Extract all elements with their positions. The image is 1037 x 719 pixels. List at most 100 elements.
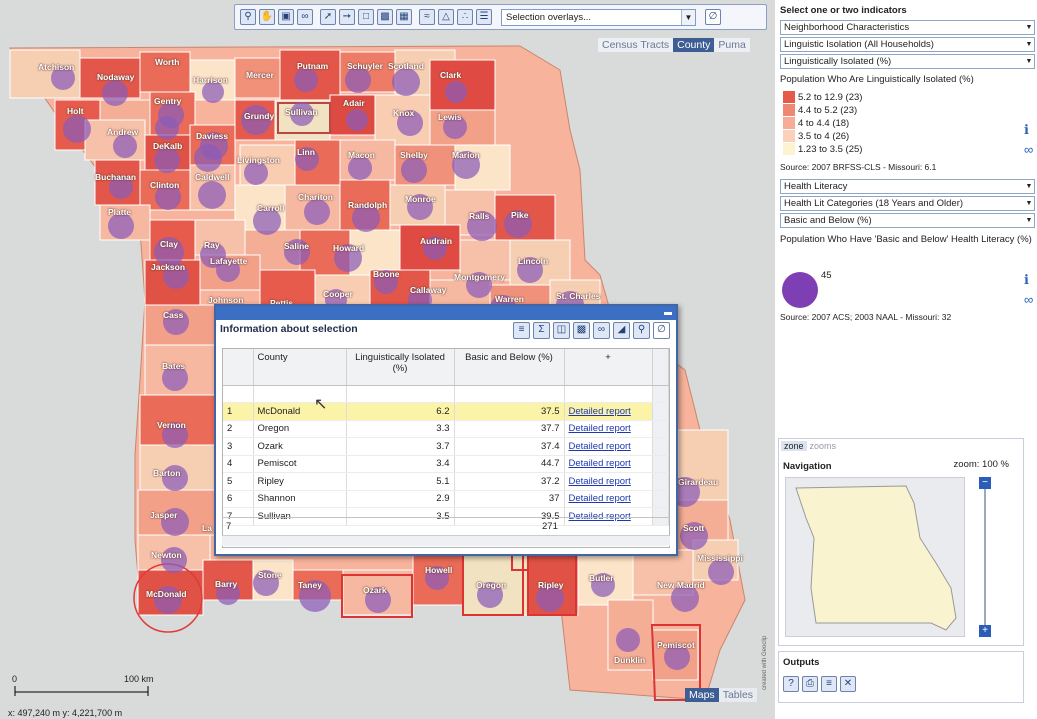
tab-county[interactable]: County [673,38,715,52]
county-label: Monroe [405,194,436,204]
tab-census-tracts[interactable]: Census Tracts [598,38,674,52]
detailed-report-link[interactable]: Detailed report [569,441,631,452]
county-label: Butler [589,573,614,583]
detailed-report-link[interactable]: Detailed report [569,476,631,487]
county-label: Howard [333,243,365,253]
chevron-down-icon: ▼ [1025,41,1033,48]
detailed-report-link[interactable]: Detailed report [569,493,631,504]
county-label: Mercer [246,70,274,80]
zoom-in-icon[interactable]: + [979,625,991,637]
select-arrow-icon[interactable]: ➚ [320,9,336,25]
clear-icon[interactable]: ∅ [705,9,721,25]
save-icon[interactable]: ▩ [377,9,393,25]
coordinates-readout: x: 497,240 m y: 4,221,700 m [8,708,123,718]
binoculars-icon[interactable]: ∞ [593,322,610,339]
tab-tables[interactable]: Tables [718,688,758,702]
measure-select[interactable]: Linguistically Isolated (%) ▼ [780,54,1035,69]
tab-puma[interactable]: Puma [714,38,750,52]
columns-icon[interactable]: ◫ [553,322,570,339]
selection-overlays-value: Selection overlays... [506,11,592,23]
link-icon[interactable]: ∞ [1024,142,1033,157]
zoom-slider[interactable]: − + [979,477,991,637]
indicator-select[interactable]: Linguistic Isolation (All Households) ▼ [780,37,1035,52]
binoculars-icon[interactable]: ∞ [297,9,313,25]
selection-overlays-select[interactable]: Selection overlays... ▼ [501,8,696,26]
bubble-legend-value: 45 [821,270,832,281]
tab-zone[interactable]: zone [781,441,807,451]
chart-icon[interactable]: ◢ [613,322,630,339]
column-header-add[interactable]: + [564,349,653,386]
table-row[interactable]: 4 Pemiscot 3.4 44.7 Detailed report [223,455,669,473]
county-label: Knox [393,108,415,118]
table-row[interactable]: 3 Ozark 3.7 37.4 Detailed report [223,437,669,456]
indicator-select-2[interactable]: Health Lit Categories (18 Years and Olde… [780,196,1035,211]
county-label: Lincoln [518,256,549,266]
info-window-titlebar[interactable] [216,306,676,320]
detailed-report-link[interactable]: Detailed report [569,423,631,434]
zoom-in-icon[interactable]: ⚲ [240,9,256,25]
legend-icon[interactable]: ☰ [476,9,492,25]
chart-icon[interactable]: △ [438,9,454,25]
county-label: Vernon [157,420,186,430]
detailed-report-link[interactable]: Detailed report [569,406,631,417]
horizontal-scrollbar[interactable] [222,535,670,546]
table-row[interactable]: 1 McDonald 6.2 37.5 Detailed report [223,402,669,421]
county-bubble [346,109,368,131]
legend-swatch [783,117,795,129]
county-label: Ozark [363,585,387,595]
tab-maps[interactable]: Maps [685,688,719,702]
overview-map[interactable] [785,477,965,637]
save-icon[interactable]: ▩ [573,322,590,339]
legend-item: 4 to 4.4 (18) [783,117,849,129]
select-tool-icon[interactable]: ➙ [339,9,355,25]
theme-select-2[interactable]: Health Literacy ▼ [780,179,1035,194]
sigma-icon[interactable]: Σ [533,322,550,339]
county-label: Sullivan [285,107,318,117]
county-label: Carroll [257,203,285,213]
pan-hand-icon[interactable]: ✋ [259,9,275,25]
table-row[interactable]: 6 Shannon 2.9 37 Detailed report [223,490,669,508]
clear-icon[interactable]: ∅ [653,322,670,339]
measure-select-2[interactable]: Basic and Below (%) ▼ [780,213,1035,228]
tab-zooms[interactable]: zooms [807,441,840,451]
zoom-level: zoom: 100 % [953,459,1009,470]
table-row[interactable]: 5 Ripley 5.1 37.2 Detailed report [223,472,669,491]
county-bubble [401,157,427,183]
bottom-tabs: Maps Tables [685,688,758,702]
zoom-extent-icon[interactable]: ▣ [278,9,294,25]
county-label: Saline [284,241,310,251]
export-icon[interactable]: ≡ [821,676,837,692]
table-icon[interactable]: ▦ [396,9,412,25]
close-icon[interactable]: ✕ [840,676,856,692]
column-header-linguistic[interactable]: Linguistically Isolated (%) [346,349,455,386]
points-icon[interactable]: ∴ [457,9,473,25]
info-icon[interactable]: ℹ [1024,272,1029,288]
summary-total: 271 [542,521,558,532]
info-window-title: Information about selection [220,323,358,335]
zoom-out-icon[interactable]: − [979,477,991,489]
vertical-scrollbar[interactable] [652,349,669,386]
legend-swatch [783,130,795,142]
county-label: Lafayette [210,256,248,266]
detailed-report-link[interactable]: Detailed report [569,458,631,469]
link-icon[interactable]: ∞ [1024,292,1033,307]
column-header-basic[interactable]: Basic and Below (%) [454,349,565,386]
theme-select[interactable]: Neighborhood Characteristics ▼ [780,20,1035,35]
legend-item: 3.5 to 4 (26) [783,130,849,142]
folder-icon[interactable]: □ [358,9,374,25]
table-row[interactable]: 2 Oregon 3.3 37.7 Detailed report [223,420,669,438]
chevron-down-icon: ▼ [1025,217,1033,224]
county-label: Lewis [438,112,462,122]
county-label: Ripley [538,580,564,590]
help-icon[interactable]: ? [783,676,799,692]
info-icon[interactable]: ℹ [1024,122,1029,138]
county-bubble [194,144,222,172]
county-label: Girardeau [678,477,719,487]
search-icon[interactable]: ⚲ [633,322,650,339]
print-icon[interactable]: ⎙ [802,676,818,692]
county-label: Jackson [151,262,186,272]
format-icon[interactable]: ≡ [513,322,530,339]
minimize-icon[interactable] [664,312,672,315]
layers-icon[interactable]: ≈ [419,9,435,25]
column-header-county[interactable]: County [253,349,347,386]
